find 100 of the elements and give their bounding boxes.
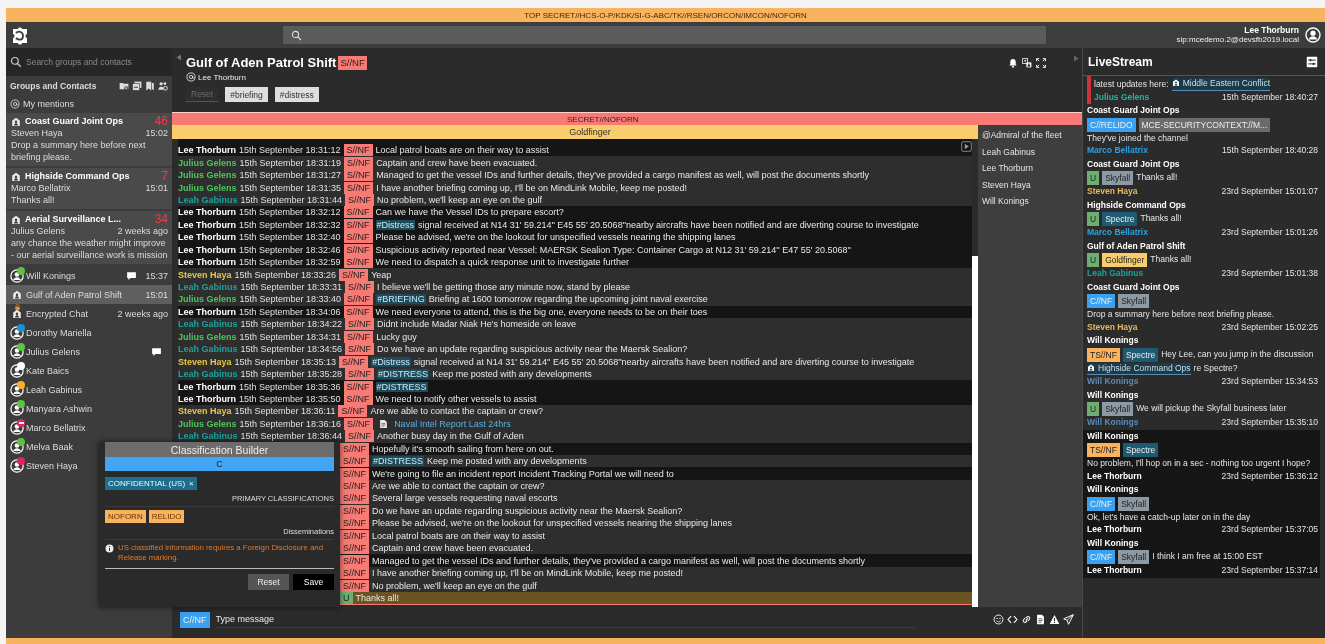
classification-tag: S//NF (344, 293, 374, 306)
hashtag[interactable]: #BRIEFING (376, 294, 426, 305)
classification-chip[interactable]: CONFIDENTIAL (US) × (105, 477, 197, 490)
play-icon[interactable] (961, 141, 972, 152)
message-text: Local patrol boats are on their way to assist (372, 530, 546, 541)
participant-name[interactable]: Leah Gabinus (982, 143, 1078, 160)
link-icon[interactable] (1021, 614, 1032, 625)
stream-card[interactable]: Coast Guard Joint Ops C//NF Skyfall Drop a summary here before next briefing please. Steven Haya 23rd September 15:02:25 (1083, 280, 1320, 334)
stream-card[interactable]: Gulf of Aden Patrol Shift U Goldfinger Thanks all! Leah Gabinus 23rd September 15:01:38 (1083, 239, 1320, 281)
contact-item[interactable]: Kate Baics (6, 361, 172, 380)
channel-name: Will Konings (1087, 537, 1140, 549)
contact-name: Kate Baics (26, 365, 70, 376)
dissemination-chip[interactable]: NOFORN (105, 510, 146, 523)
logo-icon[interactable] (11, 25, 29, 45)
mentions-item[interactable]: My mentions (6, 95, 172, 113)
timestamp: 15th September 18:36:44 (240, 431, 343, 442)
participant-name[interactable]: @Admiral of the fleet (982, 127, 1078, 144)
participant-name[interactable]: Steven Haya (982, 176, 1078, 193)
classification-tag: S//NF (340, 567, 369, 580)
stream-card[interactable]: Will Konings C//NF Skyfall I think I am free at 15:00 EST Lee Thorburn 23rd September 15:37:14 (1083, 536, 1320, 578)
message-field[interactable]: Type message (215, 611, 916, 628)
sender-name: Leah Gabinus (178, 194, 238, 205)
stream-card[interactable]: Will Konings TS//NF Spectre No problem, I'll hop on in a sec - nothing too urgent I hope? Lee Thorburn 23rd September 15:36:12 (1083, 429, 1320, 483)
stream-card[interactable]: latest updates here: Middle Eastern Conflict Julius Gelens 15th September 18:40:27 (1087, 76, 1320, 104)
filter-icon[interactable] (1306, 55, 1318, 68)
participant-name[interactable]: Lee Thorburn (982, 160, 1078, 177)
remove-icon[interactable]: × (189, 479, 194, 488)
timestamp: 23rd September 15:37:05 (1221, 524, 1318, 536)
expand-panel-icon[interactable] (1072, 53, 1080, 63)
classification-tag: Spectre (1122, 347, 1159, 362)
group-link[interactable]: Highside Command Ops (1087, 362, 1191, 375)
group-card[interactable]: Highside Command Ops 7 Marco Bellatrix 15:01 Thanks all! (6, 168, 172, 209)
contact-item[interactable]: Marco Bellatrix (6, 418, 172, 437)
stream-card[interactable]: Will Konings C//NF Skyfall Ok, let's have a catch-up later on in the day Lee Thorburn 23rd September 15:37:05 (1083, 483, 1320, 537)
timestamp: 15th September 18:33:40 (239, 294, 342, 305)
stream-card[interactable]: Highside Command Ops U Spectre Thanks all! Marco Bellatrix 23rd September 15:01:26 (1083, 198, 1320, 240)
contact-item[interactable]: Julius Gelens (6, 342, 172, 361)
scrollbar-thumb[interactable] (972, 256, 978, 607)
group-item[interactable]: Encrypted Chat 2 weeks ago (6, 304, 172, 323)
hashtag-filter[interactable]: #briefing (225, 87, 268, 102)
sender-name: Will Konings (1087, 417, 1139, 429)
document-icon[interactable] (1035, 614, 1046, 625)
bell-icon[interactable] (1008, 58, 1018, 68)
bookmark-icon[interactable] (145, 80, 155, 91)
global-search-field[interactable] (283, 26, 1046, 44)
panel-title: LiveStream (1088, 54, 1153, 69)
dissemination-chip[interactable]: RELIDO (148, 510, 185, 523)
stream-card[interactable]: Coast Guard Joint Ops U Skyfall Thanks all! Steven Haya 23rd September 15:01:07 (1083, 157, 1320, 199)
stream-card[interactable]: Coast Guard Joint Ops C//RELIDO MCE-SECURITYCONTEXT://M... They've joined the channel Marco Bellatrix 15th September 18:40:28 (1083, 104, 1320, 158)
message-text: Keep me posted with any developments (432, 369, 592, 380)
hashtag[interactable]: #Distress (375, 219, 416, 230)
send-icon[interactable] (1063, 614, 1074, 625)
hashtag[interactable]: #DISTRESS (372, 456, 425, 467)
group-card[interactable]: Coast Guard Joint Ops 46 Steven Haya 15:02 Drop a summary here before next briefing please. (6, 113, 172, 166)
info-icon (105, 544, 114, 553)
stream-card[interactable]: Will Konings U Skyfall We will pickup the Skyfall business later Will Konings 23rd September 15:35:10 (1083, 388, 1320, 430)
contact-item[interactable]: Leah Gabinus (6, 380, 172, 399)
hashtag-filter[interactable]: #distress (274, 87, 319, 102)
people-icon[interactable] (158, 80, 168, 91)
classification-tag: S//NF (343, 256, 373, 269)
sender-name: Steven Haya (178, 406, 232, 417)
translate-icon[interactable] (1022, 58, 1032, 68)
reset-button[interactable]: Reset (248, 574, 289, 590)
group-card[interactable]: Aerial Surveillance L... 34 Julius Gelens 2 weeks ago any chance the weather might improve - our aerial surveillance work is mission (6, 211, 172, 264)
sender-name: Marco Bellatrix (1087, 227, 1148, 239)
stream-card[interactable]: Will Konings TS//NF Spectre Hey Lee, can you jump in the discussion Highside Command Ops re Spectre? Will Konings 23rd September 15:34:53 (1083, 334, 1320, 389)
attachment-link[interactable]: Naval Intel Report Last 24hrs (394, 418, 511, 429)
group-link[interactable]: Middle Eastern Conflict (1171, 78, 1271, 91)
save-button[interactable]: Save (293, 574, 334, 590)
avatar-icon (10, 382, 24, 397)
pages-icon[interactable] (132, 80, 142, 91)
classification-tag: S//NF (338, 405, 368, 418)
avatar-icon[interactable] (1305, 27, 1321, 43)
hashtag[interactable]: #DISTRESS (377, 369, 430, 380)
fullscreen-icon[interactable] (1036, 58, 1046, 68)
timestamp: 15th September 18:34:56 (240, 344, 343, 355)
classification-tag: Spectre (1122, 443, 1159, 457)
contact-item[interactable]: Will Konings 15:37 (6, 266, 172, 285)
classification-tag: Skyfall (1102, 171, 1134, 185)
code-icon[interactable] (1007, 614, 1018, 625)
contact-item[interactable]: Dorothy Mariella (6, 323, 172, 342)
classification-tag: S//NF (344, 156, 374, 169)
sender-name: Lee Thorburn (178, 232, 236, 243)
sender-name: Lee Thorburn (178, 219, 236, 230)
emoji-icon[interactable] (993, 614, 1004, 625)
sender-name: Julius Gelens (178, 157, 237, 168)
timestamp: 23rd September 15:02:25 (1221, 321, 1318, 333)
avatar-icon (10, 268, 24, 283)
participant-name[interactable]: Will Konings (982, 193, 1078, 210)
collapse-icon[interactable] (175, 53, 183, 62)
group-item[interactable]: Gulf of Aden Patrol Shift 15:01 (6, 285, 172, 304)
hashtag[interactable]: #Distress (371, 356, 411, 367)
warning-icon[interactable] (1049, 614, 1060, 625)
mention-name: Lee Thorburn (198, 72, 246, 82)
timestamp: 15th September 18:32:32 (239, 219, 341, 230)
hashtag[interactable]: #DISTRESS (375, 381, 428, 392)
folder-plus-icon[interactable] (119, 80, 129, 91)
message-text: Captain and crew have been evacuated. (376, 157, 538, 168)
timestamp: 23rd September 15:34:53 (1221, 376, 1318, 388)
contact-item[interactable]: Manyara Ashwin (6, 399, 172, 418)
